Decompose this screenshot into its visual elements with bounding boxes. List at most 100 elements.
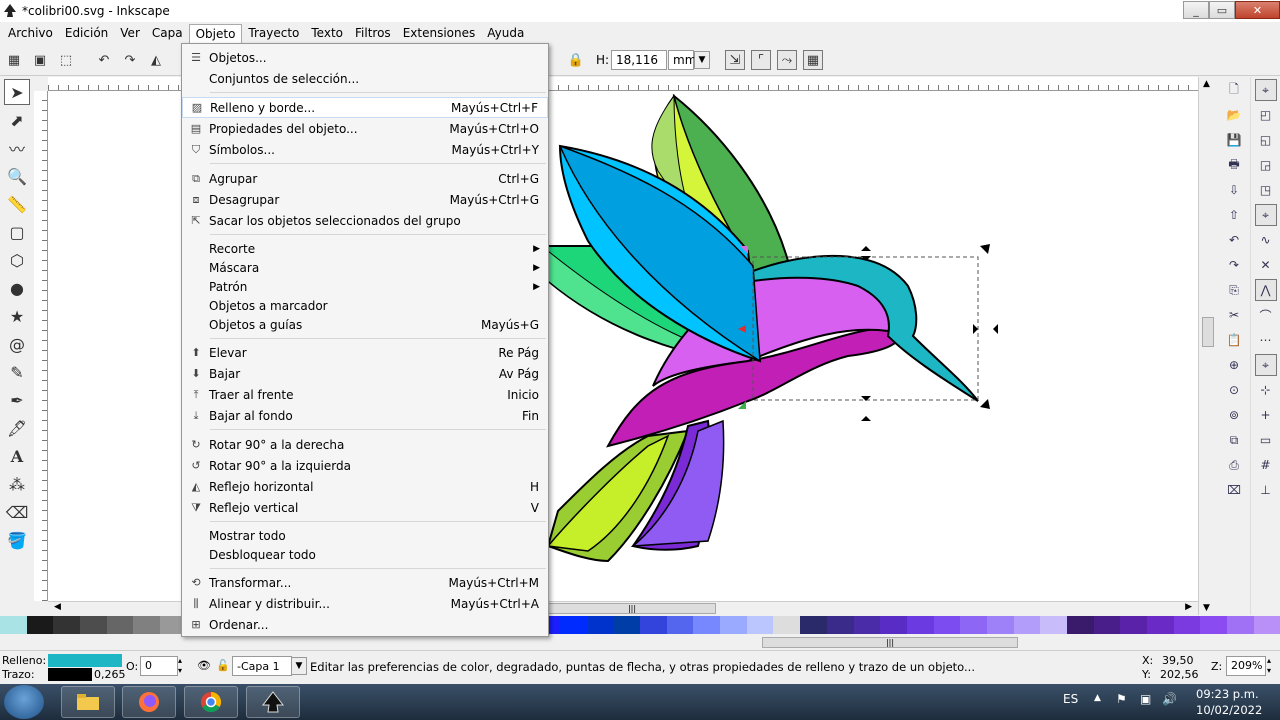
zoom-selection-icon[interactable]: ⊕ [1223,354,1245,376]
move-patterns-icon[interactable]: ▦ [803,50,823,70]
selector-tool-icon[interactable]: ➤ [4,79,30,105]
inkscape-taskbar-icon[interactable] [246,686,300,718]
menu-item-relleno-borde[interactable]: ▨ Relleno y borde... Mayús+Ctrl+F [182,97,548,118]
menu-edicion[interactable]: Edición [59,24,114,42]
snap-page-icon[interactable]: ▭ [1255,429,1277,451]
layer-lock-icon[interactable]: 🔓 [216,659,230,672]
pen-tool-icon[interactable]: ✒ [4,387,30,413]
menu-item-rotar-izquierda[interactable]: ↺ Rotar 90° a la izquierda [182,455,548,476]
node-tool-icon[interactable]: ⬈ [4,107,30,133]
scroll-right-icon[interactable]: ▶ [1185,602,1192,612]
menu-extensiones[interactable]: Extensiones [397,24,482,42]
menu-ver[interactable]: Ver [114,24,146,42]
minimize-button[interactable]: _ [1183,1,1209,19]
menu-item-objetos-guias[interactable]: Objetos a guías Mayús+G [182,314,548,335]
clock-date[interactable]: 10/02/2022 [1196,703,1262,717]
menu-item-sacar-grupo[interactable]: ⇱ Sacar los objetos seleccionados del gru… [182,210,548,231]
select-all-icon[interactable]: ▦ [4,50,24,70]
vertical-scrollbar[interactable]: ▲ ▼ [1198,77,1216,615]
menu-item-alinear-distribuir[interactable]: ⫼ Alinear y distribuir... Mayús+Ctrl+A [182,593,548,614]
layer-visibility-icon[interactable]: 👁 [197,659,211,672]
pencil-tool-icon[interactable]: ✎ [4,359,30,385]
print-icon[interactable]: 🖶 [1223,154,1245,176]
scale-stroke-icon[interactable]: ⇲ [725,50,745,70]
menu-item-ordenar[interactable]: ⊞ Ordenar... [182,614,548,635]
eraser-tool-icon[interactable]: ⌫ [4,499,30,525]
file-explorer-taskbar-icon[interactable] [61,686,115,718]
undo-icon[interactable]: ↶ [1223,229,1245,251]
menu-item-desbloquear-todo[interactable]: Desbloquear todo [182,544,548,565]
save-icon[interactable]: 💾 [1223,129,1245,151]
ellipse-tool-icon[interactable]: ● [4,275,30,301]
snap-smooth-icon[interactable]: ⌒ [1255,304,1277,326]
menu-item-objetos[interactable]: ☰ Objetos... [182,47,548,68]
snap-midpoint-icon[interactable]: ⋯ [1255,329,1277,351]
snap-center-icon[interactable]: ⊹ [1255,379,1277,401]
tweak-tool-icon[interactable]: 〰 [4,135,30,161]
zoom-spinner-icon[interactable]: ▴ ▾ [1267,656,1271,676]
rotate-ccw-tool-icon[interactable]: ↶ [94,50,114,70]
stroke-swatch[interactable] [48,668,92,681]
layer-dropdown-icon[interactable]: ▼ [291,657,307,675]
horizontal-scroll-thumb[interactable]: ||| [548,603,716,614]
menu-item-mascara[interactable]: Máscara ▶ [182,257,548,278]
redo-icon[interactable]: ↷ [1223,254,1245,276]
menu-item-desagrupar[interactable]: ⧈ Desagrupar Mayús+Ctrl+G [182,189,548,210]
menu-capa[interactable]: Capa [146,24,189,42]
clone-icon[interactable]: ⎙ [1223,454,1245,476]
menu-item-reflejo-horizontal[interactable]: ◭ Reflejo horizontal H [182,476,548,497]
scroll-down-icon[interactable]: ▼ [1203,603,1210,613]
spray-tool-icon[interactable]: ⁂ [4,471,30,497]
snap-others-icon[interactable]: ⌖ [1254,354,1277,376]
open-icon[interactable]: 📂 [1223,104,1245,126]
calligraphy-tool-icon[interactable]: 🖋 [4,415,30,441]
menu-item-bajar[interactable]: ⬇ Bajar Av Pág [182,363,548,384]
menu-texto[interactable]: Texto [305,24,349,42]
clock-time[interactable]: 09:23 p.m. [1196,687,1259,701]
menu-item-traer-frente[interactable]: ⤒ Traer al frente Inicio [182,384,548,405]
star-tool-icon[interactable]: ★ [4,303,30,329]
menu-archivo[interactable]: Archivo [2,24,59,42]
snap-bbox-corner-icon[interactable]: ◲ [1255,154,1277,176]
opacity-input[interactable]: 0 [140,656,178,676]
tray-expand-icon[interactable]: ▲ [1094,693,1101,703]
bucket-tool-icon[interactable]: 🪣 [4,527,30,553]
menu-item-elevar[interactable]: ⬆ Elevar Re Pág [182,342,548,363]
3dbox-tool-icon[interactable]: ⬡ [4,247,30,273]
flip-h-tool-icon[interactable]: ◭ [146,50,166,70]
menu-item-simbolos[interactable]: ⛉ Símbolos... Mayús+Ctrl+Y [182,139,548,160]
scroll-left-icon[interactable]: ◀ [54,602,61,612]
select-all-layers-icon[interactable]: ▣ [30,50,50,70]
menu-item-propiedades-objeto[interactable]: ▤ Propiedades del objeto... Mayús+Ctrl+O [182,118,548,139]
unlink-clone-icon[interactable]: ⌧ [1223,479,1245,501]
height-input[interactable]: 18,116 [611,50,667,70]
menu-item-mostrar-todo[interactable]: Mostrar todo [182,525,548,546]
vertical-scroll-thumb[interactable] [1202,317,1214,347]
scale-corners-icon[interactable]: ⌜ [751,50,771,70]
snap-cusp-icon[interactable]: ⋀ [1254,279,1277,301]
menu-item-agrupar[interactable]: ⧉ Agrupar Ctrl+G [182,168,548,189]
deselect-icon[interactable]: ⬚ [56,50,76,70]
opacity-spinner-icon[interactable]: ▴ ▾ [178,656,182,676]
unit-dropdown-icon[interactable]: ▼ [694,51,710,69]
maximize-button[interactable]: ▭ [1209,1,1235,19]
start-button[interactable] [4,685,44,719]
zoom-input[interactable]: 209% [1226,656,1266,676]
snap-nodes-icon[interactable]: ⌖ [1254,204,1277,226]
lock-ratio-icon[interactable]: 🔒 [566,50,586,70]
import-icon[interactable]: ⇩ [1223,179,1245,201]
rotate-cw-tool-icon[interactable]: ↷ [120,50,140,70]
snap-rotation-center-icon[interactable]: + [1255,404,1277,426]
export-icon[interactable]: ⇧ [1223,204,1245,226]
duplicate-icon[interactable]: ⧉ [1223,429,1245,451]
menu-item-recorte[interactable]: Recorte ▶ [182,238,548,259]
copy-icon[interactable]: ⎘ [1223,279,1245,301]
layer-select[interactable]: -Capa 1 [232,656,292,676]
palette-scroll-thumb[interactable]: ||| [762,637,1018,648]
paste-icon[interactable]: 📋 [1223,329,1245,351]
language-indicator[interactable]: ES [1063,692,1078,706]
menu-objeto[interactable]: Objeto [188,23,243,43]
spiral-tool-icon[interactable]: @ [4,331,30,357]
scroll-up-icon[interactable]: ▲ [1203,79,1210,89]
firefox-taskbar-icon[interactable] [122,686,176,718]
